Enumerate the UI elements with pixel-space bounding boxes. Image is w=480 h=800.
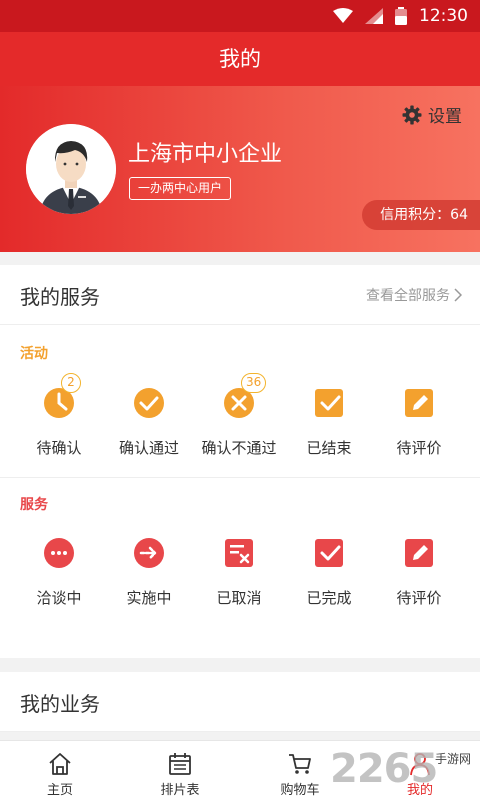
activity-item-approved[interactable]: 确认通过 (104, 383, 194, 458)
business-card: 我的业务 (0, 672, 480, 732)
view-all-services-link[interactable]: 查看全部服务 (366, 285, 462, 305)
settings-button[interactable]: 设置 (402, 102, 462, 127)
group-divider (0, 477, 480, 478)
wifi-icon (333, 8, 353, 23)
settings-label: 设置 (428, 107, 462, 127)
status-icons: 12:30 (333, 0, 468, 32)
service-item-label: 待评价 (396, 589, 442, 607)
user-avatar-icon (26, 124, 116, 214)
activity-item-label: 待确认 (36, 439, 82, 457)
service-item-label: 实施中 (126, 589, 172, 607)
watermark-text: 手游网 (435, 752, 472, 766)
activity-item-label: 确认不通过 (201, 439, 277, 457)
edit-icon (405, 539, 433, 567)
service-item-completed[interactable]: 已完成 (284, 533, 374, 608)
pending-count-badge: 2 (61, 373, 81, 393)
watermark-number: 2265 (330, 746, 438, 792)
clock-time: 12:30 (419, 6, 468, 26)
activity-item-rejected[interactable]: 36 确认不通过 (194, 373, 284, 458)
signal-icon (365, 8, 383, 24)
service-item-label: 已取消 (216, 589, 262, 607)
cancelled-doc-icon (225, 539, 253, 567)
calendar-icon (169, 753, 191, 775)
service-item-negotiating[interactable]: 洽谈中 (14, 533, 104, 608)
business-title: 我的业务 (20, 692, 100, 716)
checked-box-icon (315, 539, 343, 567)
service-item-to-review[interactable]: 待评价 (374, 533, 464, 608)
view-all-label: 查看全部服务 (366, 288, 450, 304)
company-name: 上海市中小企业 (128, 142, 283, 167)
activity-group-label: 活动 (20, 346, 48, 362)
avatar[interactable] (26, 124, 116, 214)
activity-row: 2 待确认 确认通过 36 确认不通过 已结束 待评价 (0, 373, 480, 473)
arrow-right-circle-icon (134, 538, 164, 568)
tab-schedule[interactable]: 排片表 (120, 741, 240, 800)
page-title: 我的 (0, 32, 480, 86)
edit-icon (405, 389, 433, 417)
chat-icon (44, 538, 74, 568)
battery-icon (395, 7, 407, 25)
cart-icon (289, 754, 311, 774)
site-watermark: 2265 手游网 (330, 746, 480, 798)
services-title: 我的服务 (20, 285, 100, 309)
tab-label: 排片表 (160, 783, 200, 798)
service-item-label: 洽谈中 (36, 589, 82, 607)
activity-item-label: 待评价 (396, 439, 442, 457)
status-bar: 12:30 (0, 0, 480, 32)
activity-item-label: 确认通过 (118, 439, 179, 457)
services-card: 我的服务 查看全部服务 活动 2 待确认 确认通过 36 确认不通过 已结束 待… (0, 265, 480, 658)
services-header: 我的服务 查看全部服务 (0, 265, 480, 325)
service-row: 洽谈中 实施中 已取消 已完成 待评价 (0, 533, 480, 623)
rejected-count-badge: 36 (241, 373, 267, 393)
tab-home[interactable]: 主页 (0, 741, 120, 800)
service-item-in-progress[interactable]: 实施中 (104, 533, 194, 608)
check-circle-icon (134, 388, 164, 418)
activity-item-pending[interactable]: 2 待确认 (14, 373, 104, 458)
activity-item-ended[interactable]: 已结束 (284, 383, 374, 458)
checked-box-icon (315, 389, 343, 417)
activity-item-label: 已结束 (306, 439, 352, 457)
activity-item-to-review[interactable]: 待评价 (374, 383, 464, 458)
service-item-cancelled[interactable]: 已取消 (194, 533, 284, 608)
credit-score-badge[interactable]: 信用积分：64 (362, 200, 480, 230)
home-icon (49, 753, 71, 775)
service-item-label: 已完成 (306, 589, 352, 607)
gear-icon (402, 105, 422, 124)
user-type-tag: 一办两中心用户 (129, 177, 232, 200)
tab-label: 主页 (46, 783, 73, 798)
service-group-label: 服务 (20, 497, 48, 513)
chevron-right-icon (454, 288, 462, 302)
profile-header: 设置 上海市中小企业 一办两中心用户 信用积分：64 (0, 86, 480, 252)
